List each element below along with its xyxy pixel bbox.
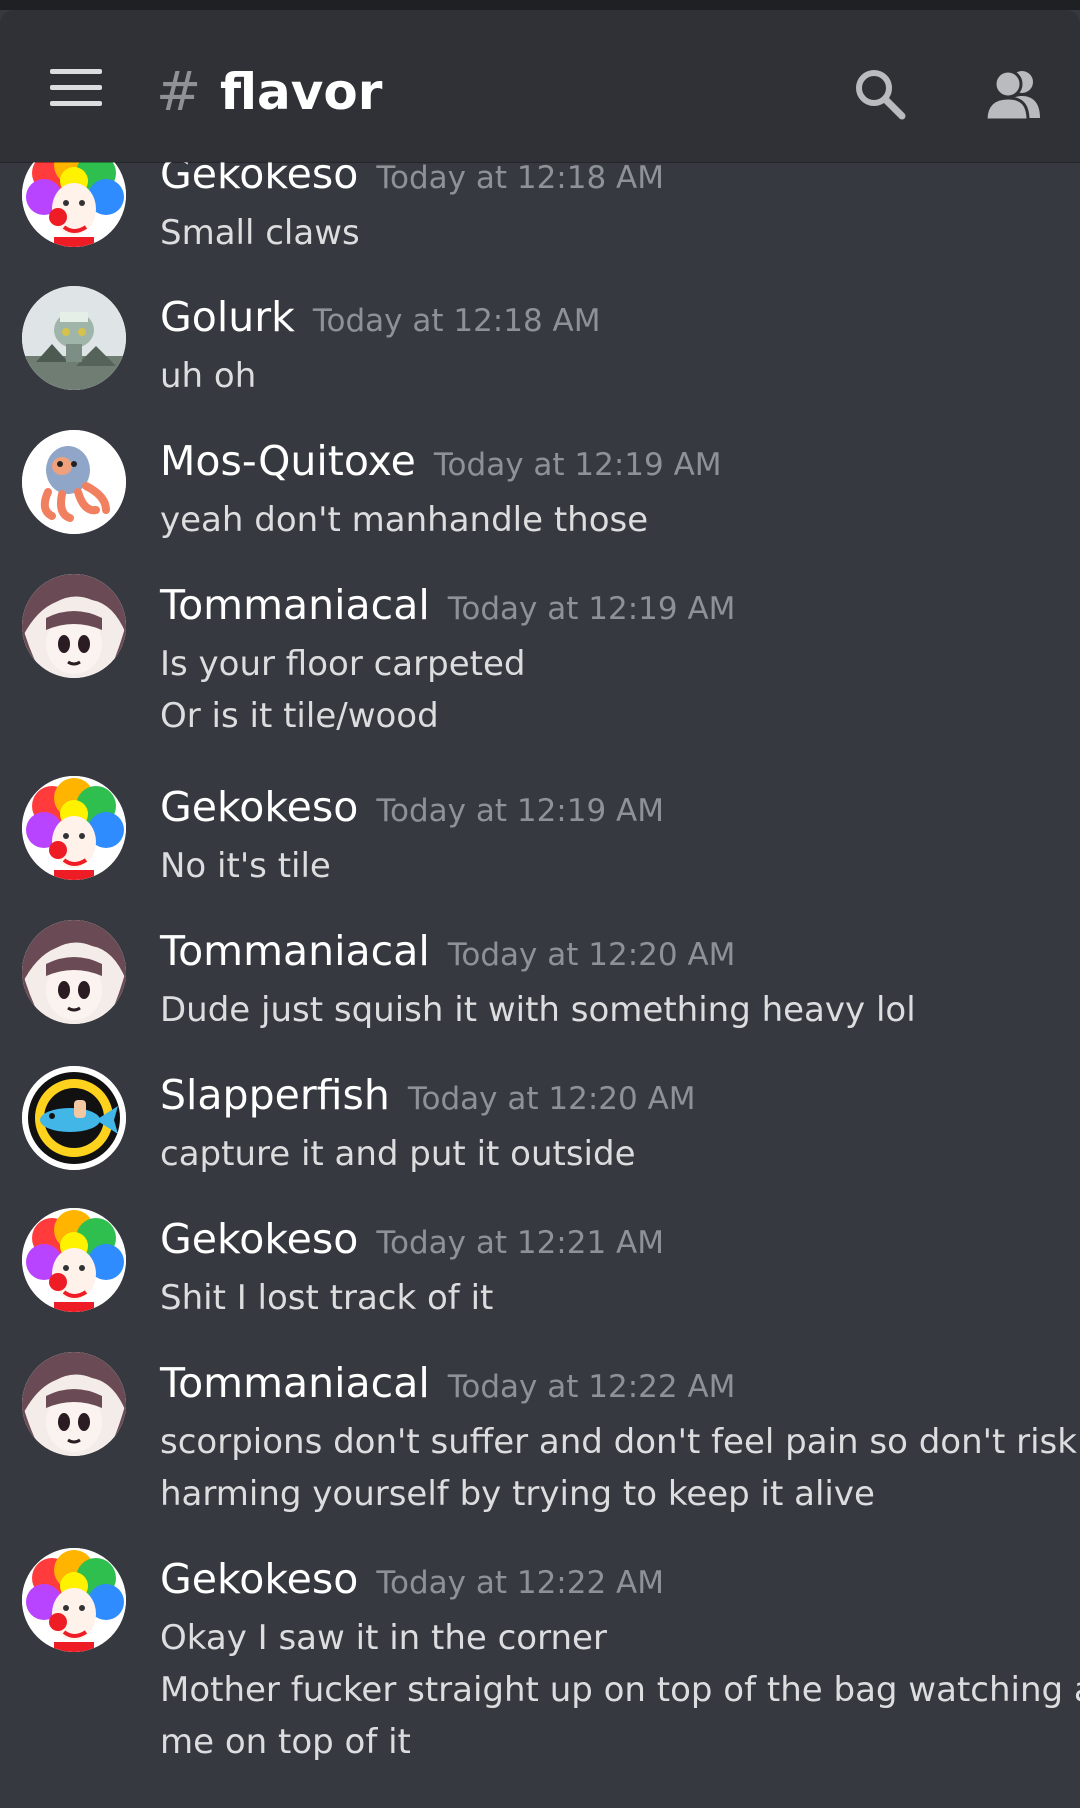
message-text: Okay I saw it in the corner [160,1618,607,1658]
username[interactable]: Gekokeso [160,1555,358,1603]
username[interactable]: Slapperfish [160,1071,390,1119]
message-text: harming yourself by trying to keep it al… [160,1474,875,1514]
timestamp: Today at 12:20 AM [407,1081,696,1117]
message-text: Or is it tile/wood [160,696,439,736]
golurk-avatar[interactable] [22,286,126,390]
timestamp: Today at 12:19 AM [376,793,664,829]
clown-avatar[interactable] [22,1548,126,1652]
hamburger-menu-icon[interactable] [50,69,104,109]
timestamp: Today at 12:22 AM [376,1565,664,1601]
timestamp: Today at 12:21 AM [376,1225,664,1261]
octopus-avatar[interactable] [22,430,126,534]
username[interactable]: Golurk [160,293,295,341]
message-text: uh oh [160,356,257,396]
message-text: Is your floor carpeted [160,644,526,684]
username[interactable]: Tommaniacal [160,927,430,975]
message-text: capture it and put it outside [160,1134,636,1174]
anime-girl-avatar[interactable] [22,920,126,1024]
message-text: yeah don't manhandle those [160,500,649,540]
timestamp: Today at 12:20 AM [447,937,736,973]
message-text: Mother fucker straight up on top of the … [160,1670,1080,1710]
search-icon[interactable] [852,66,908,122]
username[interactable]: Gekokeso [160,1215,358,1263]
username[interactable]: Mos-Quitoxe [160,437,416,485]
username[interactable]: Gekokeso [160,783,358,831]
timestamp: Today at 12:19 AM [447,591,736,627]
timestamp: Today at 12:18 AM [376,160,664,196]
timestamp: Today at 12:22 AM [447,1369,736,1405]
anime-girl-avatar[interactable] [22,574,126,678]
anime-girl-avatar[interactable] [22,1352,126,1456]
channel-hash-icon: # [156,60,202,123]
message-text: scorpions don't suffer and don't feel pa… [160,1422,1077,1462]
message-text: Dude just squish it with something heavy… [160,990,916,1030]
members-icon[interactable] [982,68,1046,122]
timestamp: Today at 12:18 AM [312,303,601,339]
message-text: No it's tile [160,846,331,886]
channel-header: # flavor [0,10,1080,162]
channel-name: flavor [220,63,383,121]
message-text: me on top of it [160,1722,411,1762]
message-list: Gekokeso Today at 12:18 AM Small claws Go… [0,0,1080,1808]
username[interactable]: Tommaniacal [160,1359,430,1407]
timestamp: Today at 12:19 AM [433,447,722,483]
fish-avatar[interactable] [22,1066,126,1170]
clown-avatar[interactable] [22,776,126,880]
clown-avatar[interactable] [22,1208,126,1312]
message-text: Shit I lost track of it [160,1278,494,1318]
username[interactable]: Tommaniacal [160,581,430,629]
message-text: Small claws [160,213,360,253]
